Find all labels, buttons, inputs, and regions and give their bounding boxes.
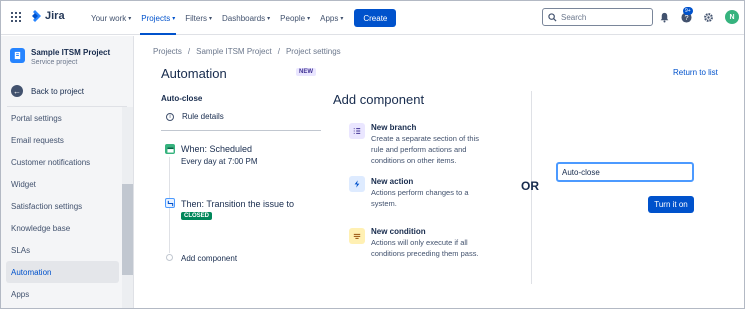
sidebar-item-portal-settings[interactable]: Portal settings bbox=[6, 107, 119, 129]
sidebar-item-customer-notifications[interactable]: Customer notifications bbox=[6, 151, 119, 173]
add-component-title: Add component bbox=[333, 92, 425, 107]
notifications-icon[interactable] bbox=[657, 10, 671, 24]
status-badge: CLOSED bbox=[181, 212, 213, 220]
back-label: Back to project bbox=[31, 86, 84, 96]
chevron-down-icon: ▾ bbox=[172, 15, 176, 22]
settings-icon[interactable] bbox=[701, 10, 715, 24]
settings-nav: Portal settings Email requests Customer … bbox=[6, 107, 119, 305]
sidebar-item-widget[interactable]: Widget bbox=[6, 173, 119, 195]
project-header[interactable]: Sample ITSM Project Service project bbox=[10, 48, 110, 66]
add-component-dot[interactable] bbox=[166, 254, 173, 261]
lightning-icon bbox=[349, 176, 365, 192]
new-action-desc: Actions perform changes to a system. bbox=[371, 188, 469, 208]
menu-filters[interactable]: Filters ▾ bbox=[180, 1, 217, 35]
sidebar-item-slas[interactable]: SLAs bbox=[6, 239, 119, 261]
menu-label: Your work bbox=[91, 13, 127, 23]
app-name: Jira bbox=[45, 10, 65, 22]
transition-icon bbox=[165, 198, 175, 208]
chevron-down-icon: ▾ bbox=[209, 15, 213, 22]
main-menu: Your work ▾ Projects ▾ Filters ▾ Dashboards… bbox=[86, 1, 397, 35]
menu-label: Projects bbox=[141, 13, 171, 23]
search-input[interactable]: Search bbox=[542, 8, 653, 26]
avatar[interactable]: N bbox=[725, 10, 739, 24]
new-condition-title[interactable]: New condition bbox=[371, 227, 426, 236]
chevron-down-icon: ▾ bbox=[340, 15, 344, 22]
breadcrumb-separator: / bbox=[277, 47, 280, 56]
sidebar-item-apps[interactable]: Apps bbox=[6, 283, 119, 305]
chevron-down-icon: ▾ bbox=[307, 15, 311, 22]
menu-apps[interactable]: Apps ▾ bbox=[315, 1, 348, 35]
project-avatar-icon bbox=[10, 48, 25, 63]
new-action-title[interactable]: New action bbox=[371, 177, 413, 186]
jira-logo-icon bbox=[32, 10, 41, 22]
chevron-down-icon: ▾ bbox=[128, 15, 132, 22]
menu-projects[interactable]: Projects ▾ bbox=[136, 1, 180, 35]
new-branch-desc: Create a separate section of this rule a… bbox=[371, 134, 479, 165]
jira-logo[interactable]: Jira bbox=[29, 10, 65, 22]
menu-your-work[interactable]: Your work ▾ bbox=[86, 1, 136, 35]
breadcrumb: Projects / Sample ITSM Project / Project… bbox=[153, 47, 341, 56]
sidebar-item-email-requests[interactable]: Email requests bbox=[6, 129, 119, 151]
arrow-left-icon: ← bbox=[11, 85, 23, 97]
project-name: Sample ITSM Project bbox=[31, 48, 111, 57]
help-badge: 9+ bbox=[683, 7, 693, 15]
search-placeholder: Search bbox=[561, 12, 587, 22]
menu-label: Filters bbox=[185, 13, 207, 23]
rule-name: Auto-close bbox=[161, 94, 203, 103]
sidebar-item-satisfaction-settings[interactable]: Satisfaction settings bbox=[6, 195, 119, 217]
info-icon: i bbox=[166, 112, 174, 121]
back-to-project-link[interactable]: ← Back to project bbox=[11, 85, 84, 97]
branch-icon bbox=[349, 123, 365, 139]
new-condition-desc: Actions will only execute if all conditi… bbox=[371, 238, 479, 258]
app-switcher-icon[interactable] bbox=[11, 12, 21, 22]
turn-it-on-button[interactable]: Turn it on bbox=[648, 196, 694, 213]
sidebar-item-knowledge-base[interactable]: Knowledge base bbox=[6, 217, 119, 239]
project-sidebar: Sample ITSM Project Service project ← Ba… bbox=[1, 36, 134, 308]
rule-details-link[interactable]: i Rule details bbox=[166, 112, 224, 121]
sidebar-item-automation[interactable]: Automation bbox=[6, 261, 119, 283]
sidebar-scrollbar-thumb[interactable] bbox=[122, 184, 133, 275]
create-button[interactable]: Create bbox=[354, 9, 397, 27]
top-navigation: Jira Your work ▾ Projects ▾ Filters ▾ Dashb… bbox=[1, 1, 744, 35]
menu-label: Apps bbox=[320, 13, 339, 23]
new-branch-title[interactable]: New branch bbox=[371, 123, 416, 132]
rule-details-label: Rule details bbox=[182, 112, 224, 121]
breadcrumb-project-settings[interactable]: Project settings bbox=[286, 47, 341, 56]
menu-label: People bbox=[280, 13, 306, 23]
breadcrumb-separator: / bbox=[187, 47, 191, 56]
trigger-title[interactable]: When: Scheduled bbox=[181, 144, 252, 154]
add-component-link[interactable]: Add component bbox=[181, 254, 237, 263]
calendar-icon bbox=[165, 144, 175, 154]
page-title: Automation bbox=[161, 66, 227, 81]
chevron-down-icon: ▾ bbox=[267, 15, 271, 22]
menu-label: Dashboards bbox=[222, 13, 266, 23]
trigger-schedule: Every day at 7:00 PM bbox=[181, 157, 258, 166]
new-badge: NEW bbox=[296, 68, 316, 76]
menu-dashboards[interactable]: Dashboards ▾ bbox=[217, 1, 275, 35]
breadcrumb-projects[interactable]: Projects bbox=[153, 47, 182, 56]
menu-people[interactable]: People ▾ bbox=[275, 1, 315, 35]
app-window: Jira Your work ▾ Projects ▾ Filters ▾ Dashb… bbox=[0, 0, 745, 309]
rule-name-input[interactable]: Auto-close bbox=[556, 162, 694, 182]
return-to-list-link[interactable]: Return to list bbox=[673, 68, 718, 77]
breadcrumb-project[interactable]: Sample ITSM Project bbox=[196, 47, 272, 56]
or-label: OR bbox=[521, 179, 539, 193]
rule-divider bbox=[161, 130, 321, 131]
action-title[interactable]: Then: Transition the issue to bbox=[181, 199, 294, 209]
condition-icon bbox=[349, 228, 365, 244]
project-type: Service project bbox=[31, 59, 78, 66]
search-icon bbox=[548, 12, 557, 22]
